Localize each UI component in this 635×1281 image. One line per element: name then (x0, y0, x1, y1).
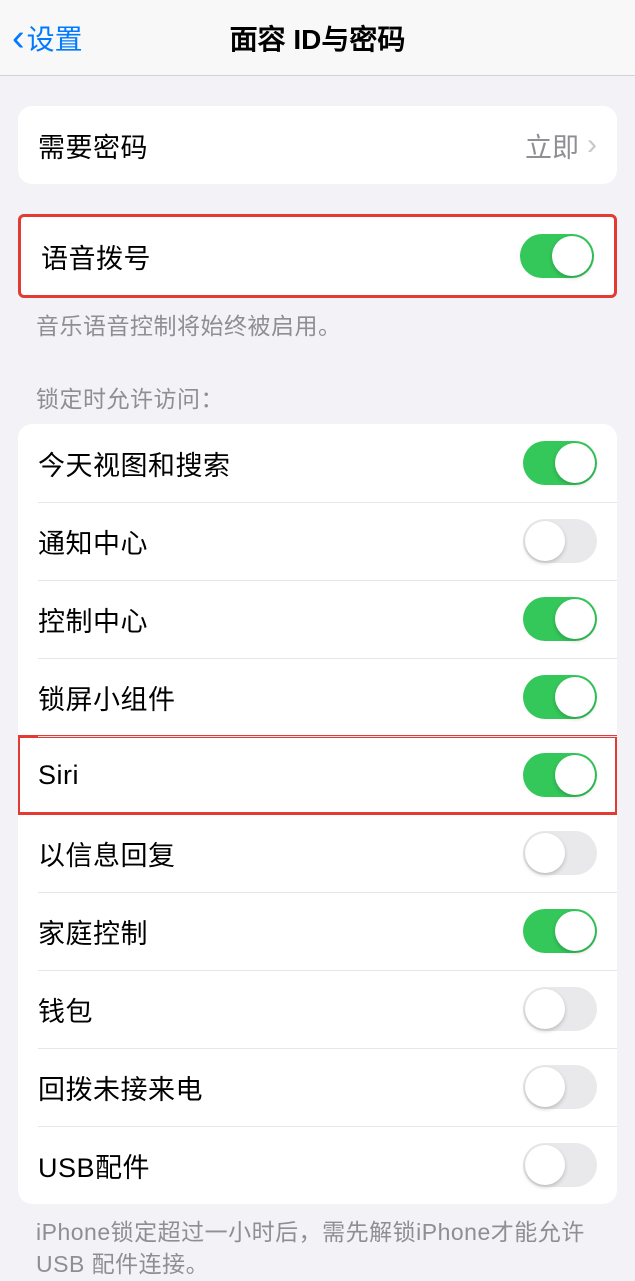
lock-access-toggle[interactable] (523, 987, 597, 1031)
chevron-right-icon: › (587, 128, 597, 162)
lock-access-label: 今天视图和搜索 (38, 444, 231, 483)
lock-access-toggle[interactable] (523, 1065, 597, 1109)
voice-dial-footer: 音乐语音控制将始终被启用。 (0, 298, 635, 342)
lock-access-footer: iPhone锁定超过一小时后，需先解锁iPhone才能允许USB 配件连接。 (0, 1204, 635, 1280)
lock-access-toggle[interactable] (523, 675, 597, 719)
toggle-knob (552, 236, 592, 276)
lock-access-toggle[interactable] (523, 597, 597, 641)
back-button[interactable]: ‹ 设置 (12, 18, 83, 58)
lock-access-row: 以信息回复 (18, 814, 617, 892)
lock-access-group: 今天视图和搜索通知中心控制中心锁屏小组件 Siri 以信息回复家庭控制钱包回拨未接来… (18, 424, 617, 1204)
lock-access-label: 钱包 (38, 990, 93, 1029)
lock-access-label: 锁屏小组件 (38, 678, 176, 717)
toggle-knob (555, 755, 595, 795)
toggle-knob (525, 1067, 565, 1107)
voice-dial-row: 语音拨号 (21, 217, 614, 295)
lock-access-toggle[interactable] (523, 831, 597, 875)
lock-access-label: 通知中心 (38, 522, 148, 561)
lock-access-toggle[interactable] (523, 441, 597, 485)
lock-access-label: 以信息回复 (38, 834, 176, 873)
back-label: 设置 (27, 18, 83, 58)
lock-access-toggle[interactable] (523, 519, 597, 563)
toggle-knob (555, 911, 595, 951)
page-title: 面容 ID与密码 (0, 18, 635, 58)
voice-dial-label: 语音拨号 (41, 237, 151, 276)
lock-access-row: 今天视图和搜索 (18, 424, 617, 502)
lock-access-row: 锁屏小组件 (18, 658, 617, 736)
lock-access-toggle[interactable] (523, 909, 597, 953)
lock-access-toggle[interactable] (523, 753, 597, 797)
toggle-knob (525, 989, 565, 1029)
toggle-knob (525, 833, 565, 873)
lock-access-label: 控制中心 (38, 600, 148, 639)
lock-access-label: Siri (38, 760, 79, 791)
require-passcode-row[interactable]: 需要密码 立即 › (18, 106, 617, 184)
lock-access-label: USB配件 (38, 1146, 150, 1185)
toggle-knob (555, 677, 595, 717)
lock-access-row: 控制中心 (18, 580, 617, 658)
toggle-knob (525, 521, 565, 561)
chevron-left-icon: ‹ (12, 19, 25, 57)
lock-access-row: 通知中心 (18, 502, 617, 580)
voice-dial-toggle[interactable] (520, 234, 594, 278)
toggle-knob (525, 1145, 565, 1185)
lock-access-row: USB配件 (18, 1126, 617, 1204)
lock-access-toggle[interactable] (523, 1143, 597, 1187)
lock-access-label: 回拨未接来电 (38, 1068, 203, 1107)
lock-access-row: 钱包 (18, 970, 617, 1048)
lock-access-label: 家庭控制 (38, 912, 148, 951)
lock-access-row: Siri (18, 736, 617, 814)
require-passcode-value: 立即 (525, 126, 579, 165)
nav-header: ‹ 设置 面容 ID与密码 (0, 0, 635, 76)
require-passcode-group: 需要密码 立即 › (18, 106, 617, 184)
voice-dial-group: 语音拨号 (18, 214, 617, 298)
lock-access-row: 回拨未接来电 (18, 1048, 617, 1126)
toggle-knob (555, 599, 595, 639)
toggle-knob (555, 443, 595, 483)
lock-access-header: 锁定时允许访问： (0, 342, 635, 424)
require-passcode-label: 需要密码 (38, 126, 148, 165)
lock-access-row: 家庭控制 (18, 892, 617, 970)
